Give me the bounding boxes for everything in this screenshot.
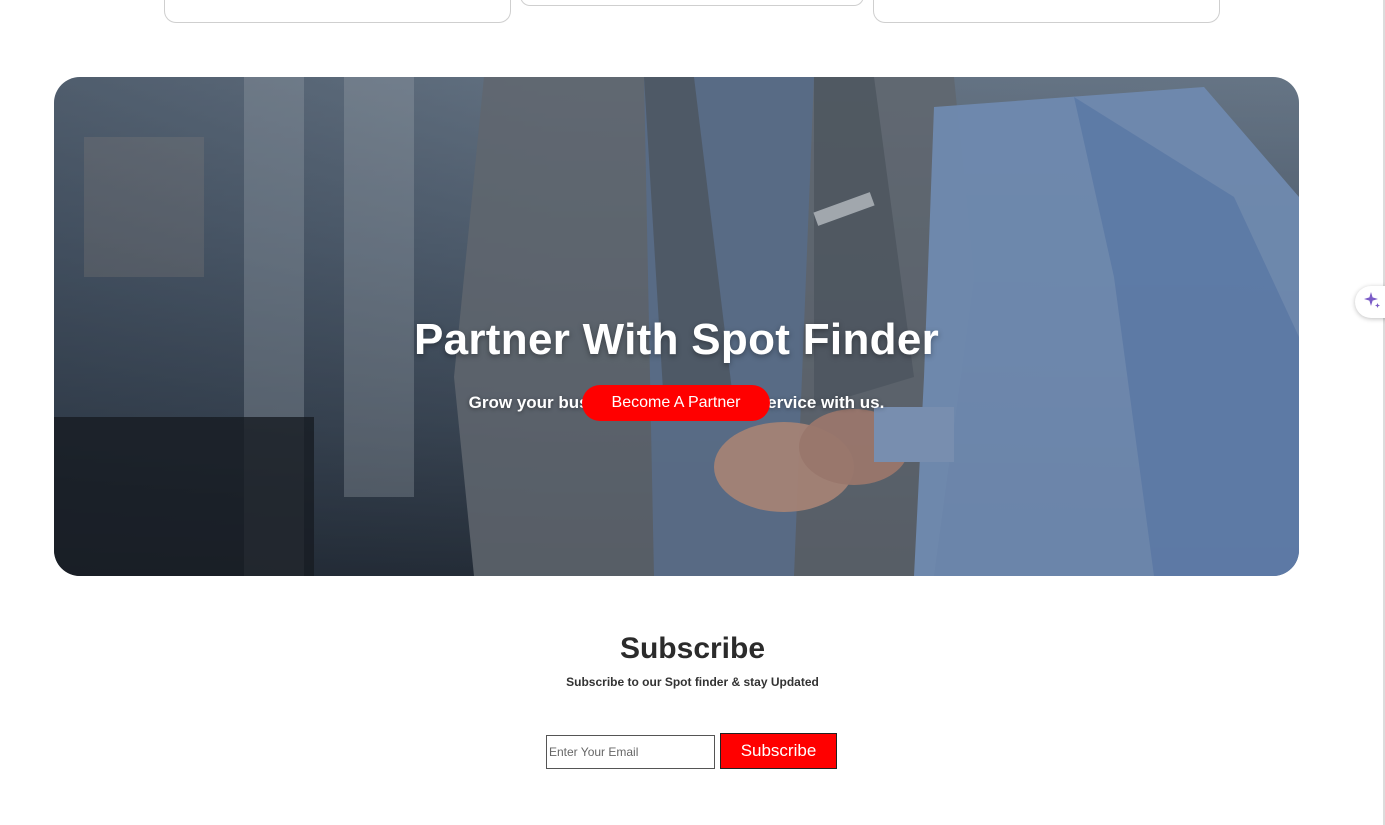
service-card-partial-center[interactable] bbox=[520, 0, 864, 6]
sparkle-icon bbox=[1362, 290, 1382, 315]
email-input[interactable] bbox=[546, 735, 715, 769]
become-partner-button[interactable]: Become A Partner bbox=[582, 385, 770, 421]
service-card-partial-left[interactable] bbox=[164, 0, 511, 23]
subscribe-title: Subscribe bbox=[619, 632, 766, 665]
subscribe-description: Subscribe to our Spot finder & stay Upda… bbox=[566, 675, 819, 689]
subscribe-button[interactable]: Subscribe bbox=[720, 733, 837, 769]
banner-title: Partner With Spot Finder bbox=[413, 315, 940, 364]
assistant-button[interactable] bbox=[1355, 286, 1385, 318]
service-card-partial-right[interactable] bbox=[873, 0, 1220, 23]
partner-banner: Partner With Spot Finder Grow your busin… bbox=[54, 77, 1299, 576]
